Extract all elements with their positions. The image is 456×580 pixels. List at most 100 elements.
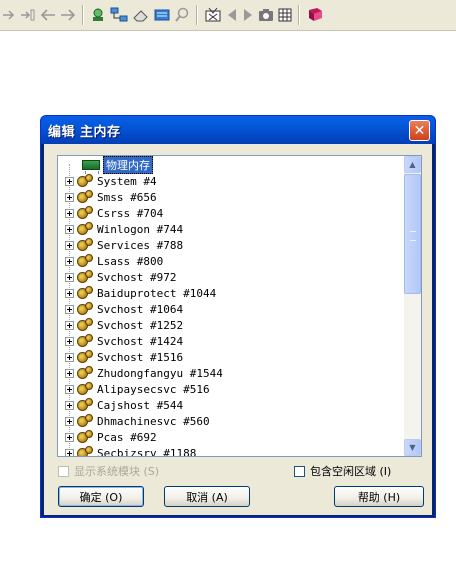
triangle-left-icon[interactable] — [226, 4, 238, 26]
expand-icon[interactable] — [65, 336, 74, 346]
process-label: Cajshost #544 — [97, 398, 184, 412]
tree-item[interactable]: System #4 — [58, 173, 157, 189]
process-label: System #4 — [97, 174, 157, 188]
tree-item[interactable]: Svchost #1424 — [58, 333, 183, 349]
tree-item[interactable]: Dhmachinesvc #560 — [58, 413, 210, 429]
process-gear-icon — [77, 270, 93, 284]
tree-item[interactable]: Svchost #1516 — [58, 349, 183, 365]
process-gear-icon — [77, 254, 93, 268]
include-free-regions-checkbox[interactable]: 包含空闲区域 (I) — [294, 463, 391, 479]
scrollbar-thumb[interactable] — [404, 174, 421, 294]
back-arrow-icon[interactable] — [40, 4, 56, 26]
tree-root-node[interactable]: 物理内存 — [58, 156, 153, 174]
expand-icon[interactable] — [65, 208, 74, 218]
dialog-client-area: 物理内存 System #4 Smss #656 Csrss #704 Winl… — [44, 144, 432, 515]
process-tree[interactable]: 物理内存 System #4 Smss #656 Csrss #704 Winl… — [57, 155, 422, 457]
tree-item[interactable]: Secbizsrv #1188 — [58, 445, 196, 456]
expand-icon[interactable] — [65, 272, 74, 282]
expand-icon[interactable] — [65, 384, 74, 394]
process-gear-icon — [77, 206, 93, 220]
tree-item[interactable]: Svchost #1252 — [58, 317, 183, 333]
scrollbar-grip — [410, 231, 416, 241]
tree-content: 物理内存 System #4 Smss #656 Csrss #704 Winl… — [58, 156, 404, 456]
process-label: Smss #656 — [97, 190, 157, 204]
show-system-modules-checkbox[interactable]: 显示系统模块 (S) — [58, 463, 159, 479]
arrow-right-icon[interactable] — [2, 4, 16, 26]
cut-icon[interactable] — [204, 4, 222, 26]
process-gear-icon — [77, 318, 93, 332]
tree-item[interactable]: Lsass #800 — [58, 253, 163, 269]
expand-icon[interactable] — [65, 368, 74, 378]
grid-icon[interactable] — [278, 4, 292, 26]
process-label: Svchost #1252 — [97, 318, 184, 332]
process-gear-icon — [77, 286, 93, 300]
process-label: Baiduprotect #1044 — [97, 286, 217, 300]
tree-item[interactable]: Alipaysecsvc #516 — [58, 381, 210, 397]
expand-icon[interactable] — [65, 176, 74, 186]
triangle-right-icon[interactable] — [242, 4, 254, 26]
tree-item[interactable]: Pcas #692 — [58, 429, 157, 445]
calculator-icon[interactable] — [154, 4, 170, 26]
scroll-down-icon[interactable]: ▼ — [404, 439, 421, 456]
expand-icon[interactable] — [65, 240, 74, 250]
close-icon[interactable]: ✕ — [409, 120, 430, 141]
process-label: Dhmachinesvc #560 — [97, 414, 210, 428]
process-gear-icon — [77, 366, 93, 380]
tree-item[interactable]: Baiduprotect #1044 — [58, 285, 216, 301]
expand-icon[interactable] — [65, 288, 74, 298]
expand-icon[interactable] — [65, 352, 74, 362]
expand-icon[interactable] — [65, 400, 74, 410]
expand-icon[interactable] — [65, 432, 74, 442]
tree-item[interactable]: Svchost #972 — [58, 269, 176, 285]
tree-item[interactable]: Smss #656 — [58, 189, 157, 205]
expand-icon[interactable] — [65, 416, 74, 426]
process-gear-icon — [77, 430, 93, 444]
network-icon[interactable] — [110, 4, 128, 26]
process-gear-icon — [77, 446, 93, 456]
show-system-modules-label: 显示系统模块 (S) — [74, 465, 160, 478]
tree-item[interactable]: Zhudongfangyu #1544 — [58, 365, 223, 381]
dialog-title: 编辑 主内存 — [48, 124, 121, 140]
process-label: Csrss #704 — [97, 206, 164, 220]
dialog-titlebar[interactable]: 编辑 主内存 ✕ — [41, 116, 435, 144]
vertical-scrollbar[interactable]: ▲ ▼ — [404, 156, 421, 456]
tree-item[interactable]: Services #788 — [58, 237, 183, 253]
expand-icon[interactable] — [65, 256, 74, 266]
magnifier-icon[interactable] — [174, 4, 190, 26]
process-gear-icon — [77, 190, 93, 204]
expand-icon[interactable] — [65, 192, 74, 202]
eraser-icon[interactable] — [132, 4, 150, 26]
book-icon[interactable] — [306, 4, 324, 26]
expand-icon[interactable] — [65, 448, 74, 456]
process-gear-icon — [77, 334, 93, 348]
process-label: Zhudongfangyu #1544 — [97, 366, 223, 380]
process-label: Secbizsrv #1188 — [97, 446, 197, 457]
process-label: Services #788 — [97, 238, 184, 252]
step-into-icon[interactable] — [20, 4, 36, 26]
ok-button[interactable]: 确定 (O) — [58, 486, 144, 507]
stamp-icon[interactable] — [90, 4, 106, 26]
toolbar — [0, 0, 456, 31]
process-gear-icon — [77, 222, 93, 236]
expand-icon[interactable] — [65, 224, 74, 234]
include-free-regions-label: 包含空闲区域 (I) — [310, 465, 392, 478]
process-gear-icon — [77, 382, 93, 396]
cancel-button[interactable]: 取消 (A) — [164, 486, 250, 507]
scroll-up-icon[interactable]: ▲ — [404, 156, 421, 173]
tree-item[interactable]: Winlogon #744 — [58, 221, 183, 237]
process-label: Svchost #1516 — [97, 350, 184, 364]
checkbox-box[interactable] — [58, 465, 69, 477]
toolbar-separator — [196, 5, 198, 25]
tree-item[interactable]: Svchost #1064 — [58, 301, 183, 317]
camera-icon[interactable] — [258, 4, 274, 26]
expand-icon[interactable] — [65, 304, 74, 314]
checkbox-box[interactable] — [294, 465, 305, 477]
tree-item[interactable]: Cajshost #544 — [58, 397, 183, 413]
forward-arrow-icon[interactable] — [60, 4, 76, 26]
process-label: Winlogon #744 — [97, 222, 184, 236]
tree-item[interactable]: Csrss #704 — [58, 205, 163, 221]
expand-icon[interactable] — [65, 320, 74, 330]
process-label: Svchost #972 — [97, 270, 177, 284]
help-button[interactable]: 帮助 (H) — [334, 486, 424, 507]
edit-main-memory-dialog: 编辑 主内存 ✕ 物理内存 System #4 Smss #656 Csrss … — [40, 115, 436, 518]
